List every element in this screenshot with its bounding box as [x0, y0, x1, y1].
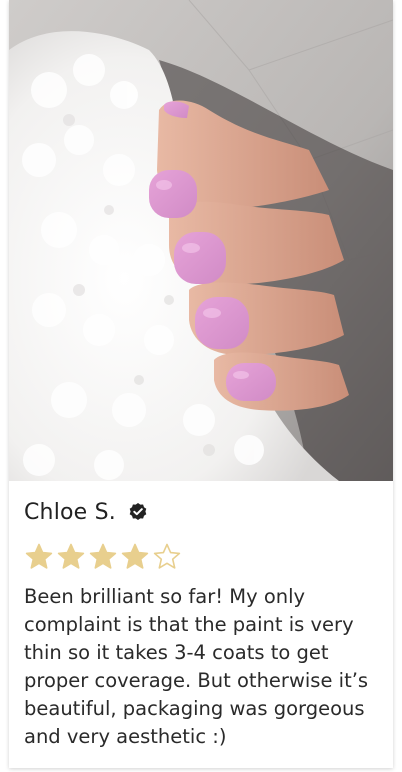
star-empty-icon — [152, 542, 182, 572]
star-filled-icon — [120, 542, 150, 572]
review-photo[interactable] — [9, 0, 393, 481]
review-content: Chloe S. Been brilliant so far! My only … — [9, 481, 393, 751]
verified-check-icon — [128, 502, 148, 522]
star-rating — [24, 541, 378, 573]
star-filled-icon — [56, 542, 86, 572]
review-card: Chloe S. Been brilliant so far! My only … — [9, 0, 393, 768]
reviewer-row: Chloe S. — [24, 497, 378, 527]
star-filled-icon — [88, 542, 118, 572]
review-text: Been brilliant so far! My only complaint… — [24, 585, 369, 748]
reviewer-name: Chloe S. — [24, 499, 116, 525]
star-filled-icon — [24, 542, 54, 572]
